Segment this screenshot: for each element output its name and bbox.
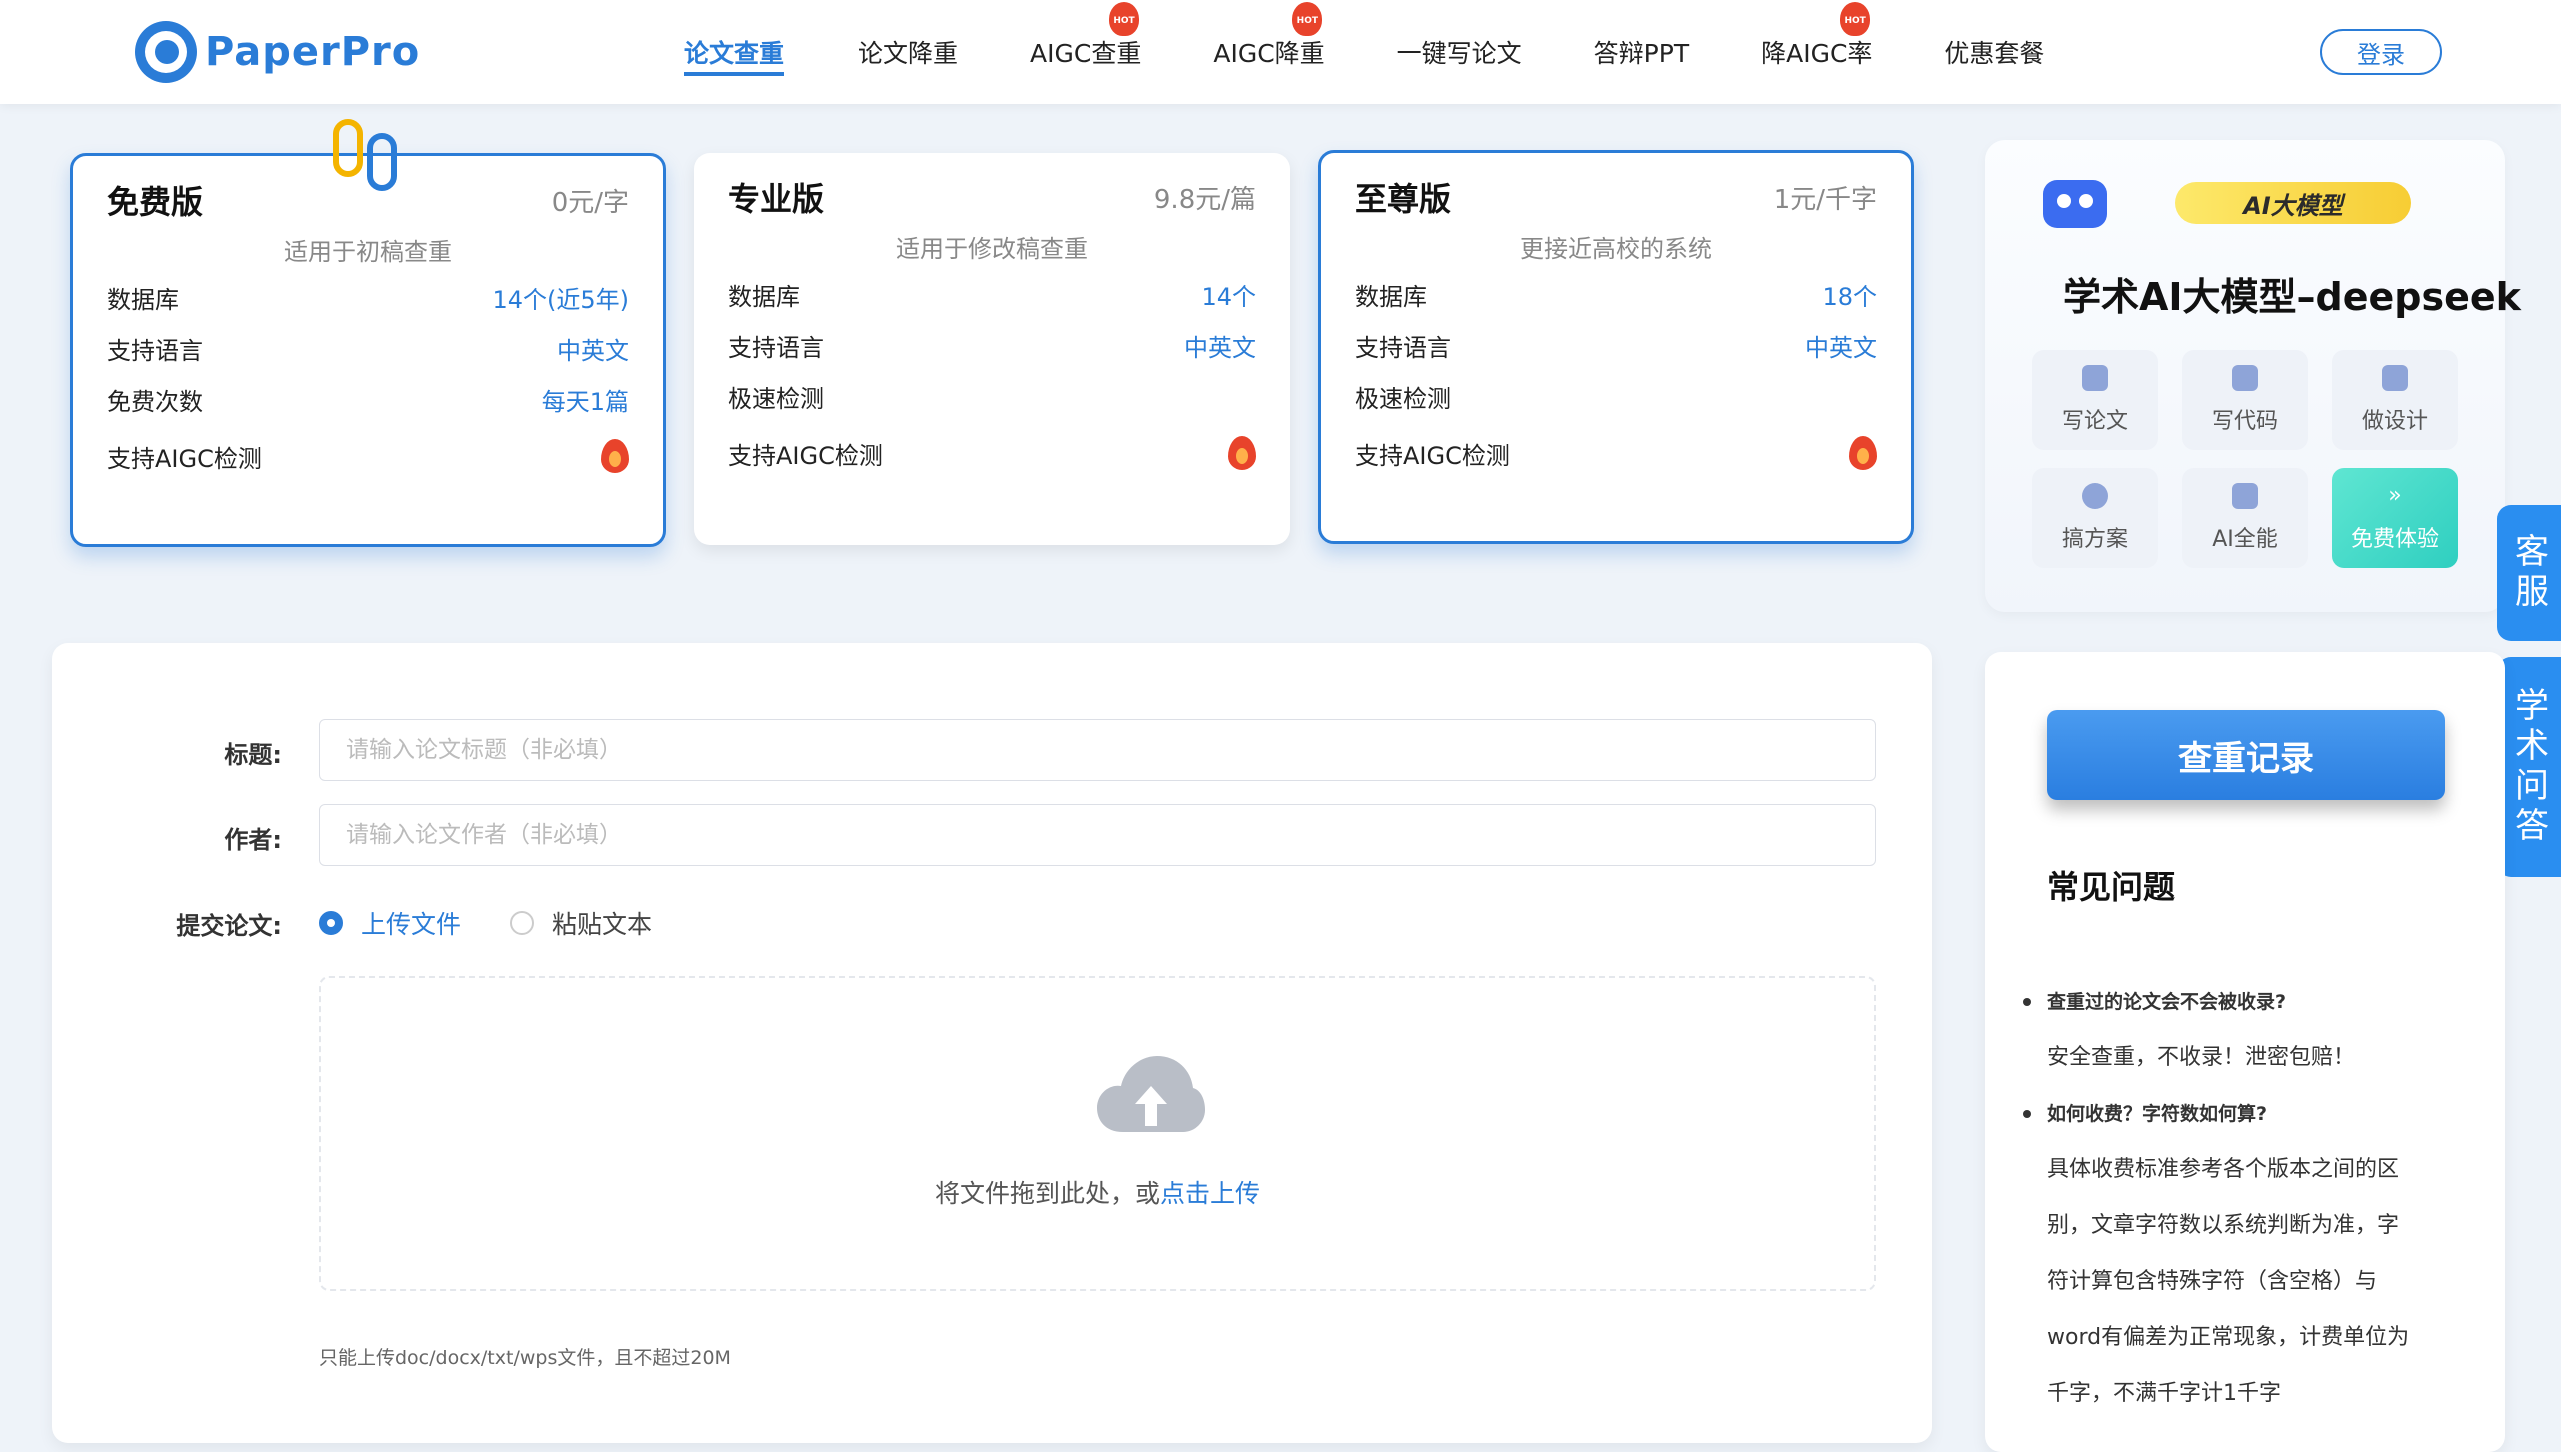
- plan-card-premium[interactable]: 至尊版 1元/千字 更接近高校的系统 数据库 18个 支持语言 中英文 极速检测 支…: [1318, 150, 1914, 544]
- robot-icon: [2043, 180, 2107, 228]
- ai-model-badge: AI大模型: [2175, 182, 2411, 224]
- faq-title: 常见问题: [2047, 868, 2176, 906]
- plan-row: 支持AIGC检测: [728, 422, 1256, 484]
- drop-instructions: 将文件拖到此处，或点击上传: [934, 1179, 1261, 1208]
- ai-tile-all-purpose[interactable]: AI全能: [2182, 468, 2308, 568]
- author-label: 作者:: [224, 826, 282, 854]
- radio-upload-file[interactable]: 上传文件: [319, 905, 461, 941]
- right-side-panel: 查重记录 常见问题 查重过的论文会不会被收录? 安全查重，不收录！泄密包赔！ 如…: [1985, 652, 2505, 1452]
- faq-list: 查重过的论文会不会被收录? 安全查重，不收录！泄密包赔！ 如何收费？字符数如何算…: [2023, 974, 2467, 1422]
- faq-answer: 符计算包含特殊字符（含空格）与: [2047, 1269, 2378, 1294]
- plan-row: 极速检测: [728, 385, 824, 413]
- ai-tile-write-code[interactable]: 写代码: [2182, 350, 2308, 450]
- ai-promo-panel[interactable]: AI大模型 学术AI大模型–deepseek 写论文 写代码 做设计 搞方案 A…: [1985, 140, 2521, 612]
- ai-tile-free-trial[interactable]: » 免费体验: [2332, 468, 2458, 568]
- plan-row: 支持AIGC检测: [107, 425, 629, 487]
- plan-price: 1元/千字: [1773, 184, 1877, 215]
- code-icon: [2232, 365, 2258, 391]
- plan-row: 数据库 18个: [1355, 283, 1877, 311]
- faq-answer: 安全查重，不收录！泄密包赔！: [2047, 1045, 2356, 1070]
- flame-icon: [1849, 436, 1877, 470]
- plan-price: 9.8元/篇: [1153, 184, 1256, 215]
- faq-question: 查重过的论文会不会被收录?: [2023, 974, 2467, 1030]
- radio-paste-text[interactable]: 粘贴文本: [510, 905, 652, 941]
- title-label: 标题:: [224, 741, 282, 769]
- cloud-upload-icon: [1097, 1056, 1205, 1132]
- faq-answer: word有偏差为正常现象，计费单位为: [2047, 1325, 2410, 1350]
- file-drop-zone[interactable]: 将文件拖到此处，或点击上传: [319, 976, 1876, 1291]
- plan-row: 数据库 14个: [728, 283, 1256, 311]
- hot-badge-icon: HOT: [1840, 2, 1871, 36]
- plan-row: 极速检测: [1355, 385, 1451, 413]
- plan-subtitle: 更接近高校的系统: [1520, 235, 1712, 263]
- plan-subtitle: 适用于初稿查重: [284, 238, 452, 266]
- login-button[interactable]: 登录: [2320, 29, 2442, 75]
- brand-logo[interactable]: PaperPro: [135, 18, 420, 86]
- plan-row: 支持语言 中英文: [1355, 334, 1877, 362]
- check-history-button[interactable]: 查重记录: [2047, 710, 2445, 800]
- hot-badge-icon: HOT: [1109, 2, 1140, 36]
- plan-card-free[interactable]: 免费版 0元/字 适用于初稿查重 数据库 14个(近5年) 支持语言 中英文 免费次…: [70, 153, 666, 547]
- faq-answer: 别，文章字符数以系统判断为准，字: [2047, 1213, 2400, 1238]
- plan-title: 专业版: [728, 180, 825, 218]
- nav-item-paper-check[interactable]: 论文查重: [684, 0, 785, 104]
- paperclip-icon: [333, 119, 397, 191]
- ai-tile-design[interactable]: 做设计: [2332, 350, 2458, 450]
- hot-badge-icon: HOT: [1292, 2, 1323, 36]
- plan-row: 数据库 14个(近5年): [107, 286, 629, 314]
- nav-item-auto-write[interactable]: 一键写论文: [1397, 0, 1522, 104]
- paperpro-logo-icon: [135, 21, 197, 83]
- plan-row: 支持语言 中英文: [728, 334, 1256, 362]
- ai-promo-title: 学术AI大模型–deepseek: [2063, 275, 2521, 319]
- plan-card-pro[interactable]: 专业版 9.8元/篇 适用于修改稿查重 数据库 14个 支持语言 中英文 极速检测 …: [694, 153, 1290, 545]
- plan-row: 支持语言 中英文: [107, 337, 629, 365]
- radio-selected-icon: [319, 911, 343, 935]
- faq-question: 如何收费？字符数如何算?: [2023, 1086, 2467, 1142]
- grid-ai-icon: [2232, 483, 2258, 509]
- lightbulb-icon: [2082, 483, 2108, 509]
- top-header: PaperPro 论文查重 论文降重 AIGC查重 HOT AIGC降重 HOT 一…: [0, 0, 2561, 104]
- plan-row: 免费次数 每天1篇: [107, 388, 629, 416]
- click-upload-link[interactable]: 点击上传: [1160, 1179, 1260, 1208]
- edit-icon: [2082, 365, 2108, 391]
- flame-icon: [601, 439, 629, 473]
- nav-item-defense-ppt[interactable]: 答辩PPT: [1594, 0, 1689, 104]
- nav-item-aigc-check[interactable]: AIGC查重 HOT: [1030, 0, 1141, 104]
- faq-answer: 具体收费标准参考各个版本之间的区: [2047, 1157, 2400, 1182]
- nav-item-paper-reduce[interactable]: 论文降重: [858, 0, 958, 104]
- title-input[interactable]: [319, 719, 1876, 781]
- plan-price: 0元/字: [551, 187, 629, 218]
- submit-mode-label: 提交论文:: [176, 912, 282, 940]
- ai-tile-plan[interactable]: 搞方案: [2032, 468, 2158, 568]
- faq-answer: 千字，不满千字计1千字: [2047, 1381, 2281, 1406]
- plan-row: 支持AIGC检测: [1355, 422, 1877, 484]
- plan-title: 至尊版: [1355, 180, 1452, 218]
- ai-tool-grid: 写论文 写代码 做设计 搞方案 AI全能 » 免费体验: [2032, 350, 2458, 568]
- author-input[interactable]: [319, 804, 1876, 866]
- flame-icon: [1228, 436, 1256, 470]
- main-nav: 论文查重 论文降重 AIGC查重 HOT AIGC降重 HOT 一键写论文 答辩PP…: [660, 0, 2044, 104]
- design-tools-icon: [2382, 365, 2408, 391]
- nav-item-aigc-reduce[interactable]: AIGC降重 HOT: [1213, 0, 1325, 104]
- plan-subtitle: 适用于修改稿查重: [896, 235, 1088, 263]
- nav-item-reduce-aigc-rate[interactable]: 降AIGC率 HOT: [1761, 0, 1872, 104]
- upload-form-panel: 标题: 作者: 提交论文: 上传文件 粘贴文本 将文件拖到此处，或点击上传 只能…: [52, 643, 1932, 1443]
- ai-tile-write-paper[interactable]: 写论文: [2032, 350, 2158, 450]
- upload-hint: 只能上传doc/docx/txt/wps文件，且不超过20M: [319, 1347, 731, 1369]
- nav-item-packages[interactable]: 优惠套餐: [1944, 0, 2044, 104]
- academic-qa-tab[interactable]: 学术问答: [2497, 657, 2561, 877]
- plan-title: 免费版: [107, 183, 204, 221]
- brand-name: PaperPro: [205, 29, 421, 75]
- radio-unselected-icon: [510, 911, 534, 935]
- double-chevron-right-icon: »: [2388, 483, 2402, 508]
- customer-service-tab[interactable]: 客服: [2497, 505, 2561, 641]
